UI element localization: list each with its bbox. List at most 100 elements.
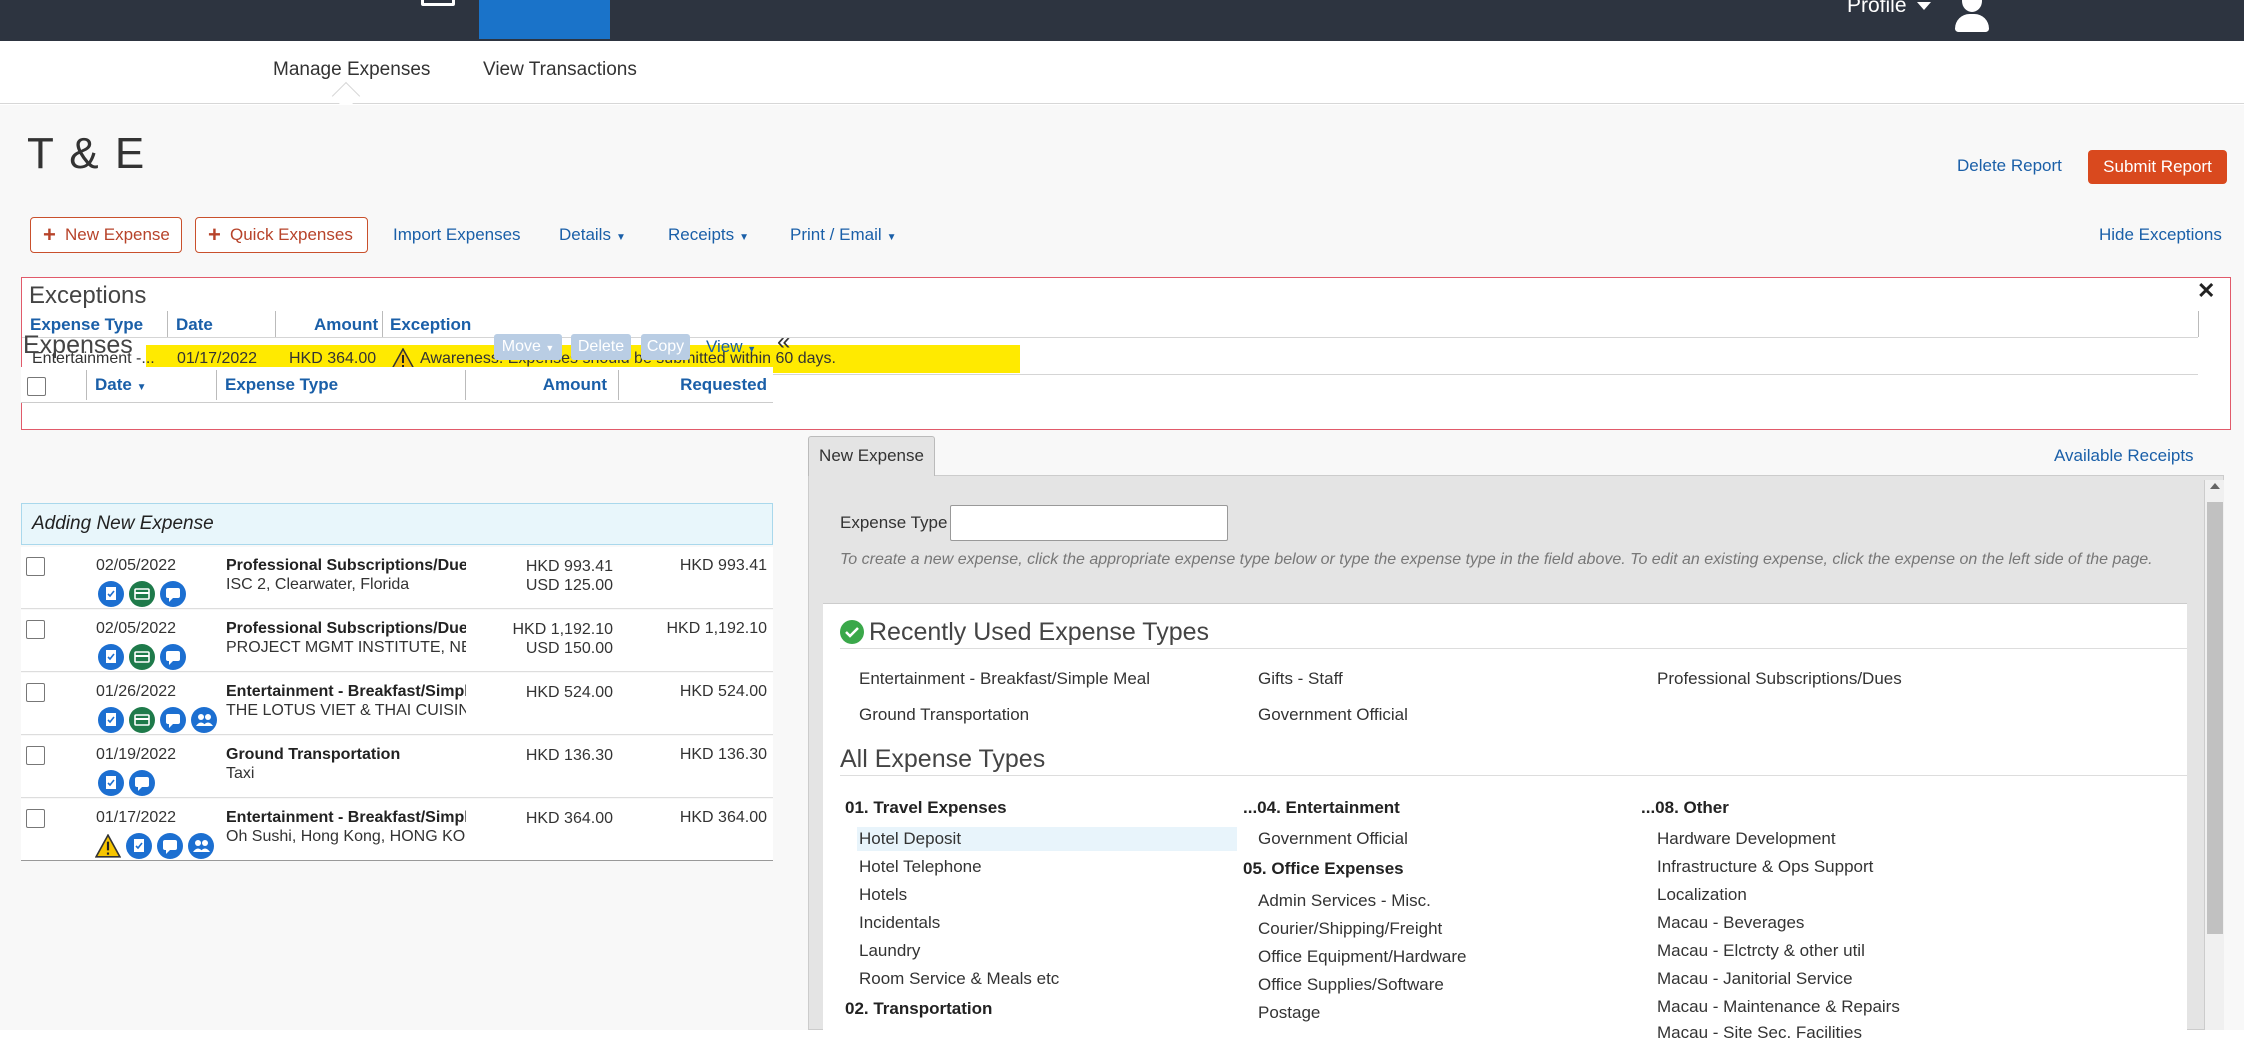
warning-icon[interactable] — [95, 834, 121, 858]
new-expense-button[interactable]: + New Expense — [30, 217, 182, 253]
row-checkbox[interactable] — [26, 683, 45, 702]
row-amount-usd: USD 125.00 — [525, 577, 613, 594]
exc-col-amount[interactable]: Amount — [314, 315, 378, 337]
receipt-icon[interactable] — [126, 833, 152, 859]
document-icon[interactable] — [421, 0, 455, 6]
copy-button[interactable]: Copy — [641, 334, 690, 360]
recent-type-item[interactable]: Professional Subscriptions/Dues — [1657, 669, 1902, 689]
recent-type-item[interactable]: Gifts - Staff — [1258, 669, 1343, 689]
table-row[interactable]: 01/17/2022 Entertainment - Breakfast/Sim… — [21, 799, 773, 861]
comment-icon[interactable] — [157, 833, 183, 859]
expense-type-item[interactable]: Hardware Development — [1657, 829, 1836, 849]
expense-type-item[interactable]: Laundry — [859, 941, 920, 961]
card-icon[interactable] — [129, 644, 155, 670]
attendees-icon[interactable] — [188, 833, 214, 859]
expense-type-item[interactable]: Government Official — [1258, 829, 1408, 849]
col-requested[interactable]: Requested — [680, 375, 767, 395]
row-amount: HKD 524.00 — [526, 683, 613, 702]
hide-exceptions-link[interactable]: Hide Exceptions — [2099, 225, 2222, 245]
table-row[interactable]: 02/05/2022 Professional Subscriptions/Du… — [21, 610, 773, 672]
table-row[interactable]: 02/05/2022 Professional Subscriptions/Du… — [21, 547, 773, 609]
col-date[interactable]: Date ▼ — [95, 375, 147, 395]
submit-report-button[interactable]: Submit Report — [2088, 150, 2227, 184]
recent-type-item[interactable]: Entertainment - Breakfast/Simple Meal — [859, 669, 1150, 689]
row-checkbox[interactable] — [26, 620, 45, 639]
available-receipts-link[interactable]: Available Receipts — [2054, 446, 2194, 466]
row-checkbox[interactable] — [26, 809, 45, 828]
scrollbar-thumb[interactable] — [2207, 502, 2223, 934]
exc-cell-date[interactable]: 01/17/2022 — [177, 350, 257, 368]
tab-view-transactions[interactable]: View Transactions — [483, 59, 637, 81]
expense-type-item[interactable]: Office Equipment/Hardware — [1258, 947, 1467, 967]
recent-type-item[interactable]: Government Official — [1258, 705, 1408, 725]
row-vendor: Taxi — [226, 765, 255, 782]
profile-menu[interactable]: Profile — [1847, 0, 1907, 18]
expense-type-input[interactable] — [950, 505, 1228, 541]
receipt-icon[interactable] — [98, 644, 124, 670]
details-menu[interactable]: Details ▼ — [559, 225, 626, 245]
avatar[interactable] — [1952, 0, 1992, 32]
row-checkbox[interactable] — [26, 557, 45, 576]
col-expense-type[interactable]: Expense Type — [225, 375, 338, 395]
receipt-icon[interactable] — [98, 707, 124, 733]
comment-icon[interactable] — [129, 770, 155, 796]
expense-type-item[interactable]: Hotels — [859, 885, 907, 905]
print-email-menu[interactable]: Print / Email ▼ — [790, 225, 897, 245]
exc-col-date[interactable]: Date — [176, 315, 213, 337]
collapse-panel-icon[interactable]: « — [777, 328, 790, 356]
expense-type-item[interactable]: Office Supplies/Software — [1258, 975, 1444, 995]
active-nav-item[interactable] — [479, 0, 610, 39]
select-all-checkbox[interactable] — [27, 377, 46, 396]
import-expenses-link[interactable]: Import Expenses — [393, 225, 521, 245]
col-amount[interactable]: Amount — [543, 375, 607, 395]
adding-new-expense-row[interactable]: Adding New Expense — [21, 503, 773, 545]
comment-icon[interactable] — [160, 581, 186, 607]
card-icon[interactable] — [129, 707, 155, 733]
sub-nav: Manage Expenses View Transactions — [0, 41, 2244, 111]
expense-type-item[interactable]: Macau - Beverages — [1657, 913, 1804, 933]
move-button[interactable]: Move ▼ — [494, 334, 562, 360]
expense-type-item[interactable]: Localization — [1657, 885, 1747, 905]
receipt-icon[interactable] — [98, 770, 124, 796]
expense-type-item[interactable]: Macau - Site Sec. Facilities — [1657, 1023, 1862, 1043]
comment-icon[interactable] — [160, 707, 186, 733]
exc-cell-amount[interactable]: HKD 364.00 — [289, 350, 376, 368]
tab-new-expense[interactable]: New Expense — [808, 436, 935, 476]
delete-report-link[interactable]: Delete Report — [1957, 156, 2062, 176]
exc-col-exception[interactable]: Exception — [390, 315, 471, 337]
expense-type-item[interactable]: Macau - Janitorial Service — [1657, 969, 1853, 989]
receipts-menu[interactable]: Receipts ▼ — [668, 225, 749, 245]
attendees-icon[interactable] — [191, 707, 217, 733]
expense-type-item[interactable]: Infrastructure & Ops Support — [1657, 857, 1873, 877]
expense-type-item[interactable]: Room Service & Meals etc — [859, 969, 1059, 989]
close-icon[interactable]: ✕ — [2197, 278, 2215, 304]
table-row[interactable]: 01/19/2022 Ground Transportation Taxi HK… — [21, 736, 773, 798]
expense-type-item[interactable]: Hotel Telephone — [859, 857, 982, 877]
delete-button[interactable]: Delete — [571, 334, 631, 360]
quick-expenses-button[interactable]: + Quick Expenses — [195, 217, 368, 253]
quick-expenses-label: Quick Expenses — [230, 225, 353, 244]
scroll-up-icon[interactable] — [2210, 483, 2220, 489]
expense-type-item[interactable]: Admin Services - Misc. — [1258, 891, 1431, 911]
card-icon[interactable] — [129, 581, 155, 607]
expense-type-item[interactable]: Postage — [1258, 1003, 1320, 1023]
recent-type-item[interactable]: Ground Transportation — [859, 705, 1029, 725]
expenses-list-header: Date ▼ Expense Type Amount Requested — [21, 367, 773, 403]
column-separator — [465, 370, 466, 400]
expense-type-item[interactable]: Hotel Deposit — [857, 827, 1237, 851]
comment-icon[interactable] — [160, 644, 186, 670]
expense-type-item[interactable]: Macau - Elctrcty & other util — [1657, 941, 1865, 961]
expense-type-item[interactable]: Incidentals — [859, 913, 940, 933]
row-expense-type: Entertainment - Breakfast/Simple Meal — [226, 809, 466, 826]
row-vendor: THE LOTUS VIET & THAI CUISINE — [226, 702, 466, 719]
row-checkbox[interactable] — [26, 746, 45, 765]
tab-manage-expenses[interactable]: Manage Expenses — [273, 59, 430, 81]
expense-type-item[interactable]: Macau - Maintenance & Repairs — [1657, 997, 1900, 1017]
view-menu[interactable]: View ▼ — [706, 337, 756, 357]
receipt-icon[interactable] — [98, 581, 124, 607]
row-amount-hkd: HKD 1,192.10 — [512, 621, 613, 638]
expense-type-item[interactable]: Courier/Shipping/Freight — [1258, 919, 1442, 939]
table-row[interactable]: 01/26/2022 Entertainment - Breakfast/Sim… — [21, 673, 773, 735]
scrollbar[interactable] — [2204, 480, 2224, 1030]
chevron-down-icon[interactable] — [1917, 2, 1931, 10]
